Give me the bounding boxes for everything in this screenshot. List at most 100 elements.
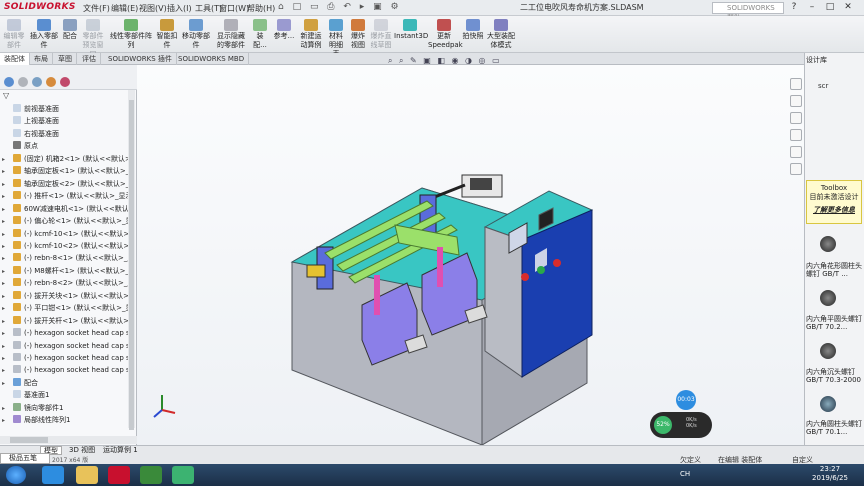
- cmd-button-13[interactable]: 爆炸直线草图: [370, 17, 392, 52]
- cmd-button-8[interactable]: 装配...: [250, 17, 270, 52]
- expand-arrow-icon[interactable]: ▸: [2, 303, 9, 314]
- start-button[interactable]: [6, 466, 26, 484]
- dimxpert-tab-icon[interactable]: [46, 77, 56, 87]
- expand-arrow-icon[interactable]: ▸: [2, 328, 9, 339]
- cmd-button-15[interactable]: 更新Speedpak: [428, 17, 463, 52]
- expand-arrow-icon[interactable]: ▸: [2, 179, 9, 190]
- tray-lang[interactable]: CH: [680, 470, 690, 478]
- expand-arrow-icon[interactable]: ▸: [2, 191, 9, 202]
- expand-arrow-icon[interactable]: ▸: [2, 266, 9, 277]
- expand-arrow-icon[interactable]: ▸: [2, 253, 9, 264]
- bolt-thumbnail-2[interactable]: [820, 290, 836, 306]
- expand-arrow-icon[interactable]: ▸: [2, 316, 9, 327]
- tree-item[interactable]: ▸ 局部线性阵列1: [2, 414, 130, 426]
- tree-item[interactable]: ▸ 60W减速电机<1> (默认<<默认>_: [2, 203, 130, 215]
- expand-arrow-icon[interactable]: ▸: [2, 415, 9, 426]
- quick-access-icons[interactable]: ⌂ □ ▭ ⎙ ↶ ▸ ▣ ⚙: [278, 2, 402, 12]
- tree-item[interactable]: ▸ (-) hexagon socket head cap scre: [2, 327, 130, 339]
- cmd-button-0[interactable]: 编辑零部件: [2, 17, 26, 52]
- cmd-button-17[interactable]: 大型装配体模式: [486, 17, 516, 52]
- tree-item[interactable]: ▸ (-) 偏心轮<1> (默认<<默认>_显: [2, 215, 130, 227]
- tree-item[interactable]: ▸ (-) kcmf-10<1> (默认<<默认>_显: [2, 228, 130, 240]
- maximize-button[interactable]: □: [824, 1, 836, 14]
- expand-arrow-icon[interactable]: ▸: [2, 365, 9, 376]
- tree-item[interactable]: 基准面1: [2, 389, 130, 401]
- cmd-button-4[interactable]: 线性零部件阵列: [108, 17, 154, 52]
- tab-evaluate[interactable]: 评估: [78, 53, 101, 65]
- tree-item[interactable]: 右视基准面: [2, 128, 130, 140]
- tab-mbd[interactable]: SOLIDWORKS MBD: [174, 53, 250, 65]
- expand-arrow-icon[interactable]: ▸: [2, 403, 9, 414]
- bolt-thumbnail-1[interactable]: [820, 236, 836, 252]
- bolt-thumbnail-4[interactable]: [820, 396, 836, 412]
- tree-item[interactable]: ▸ (-) M8螺杆<1> (默认<<默认>_显: [2, 265, 130, 277]
- tab-sketch[interactable]: 草图: [54, 53, 77, 65]
- expand-arrow-icon[interactable]: ▸: [2, 378, 9, 389]
- ime-language-bar[interactable]: 极品五笔: [0, 453, 50, 464]
- assembly-model[interactable]: [137, 65, 804, 445]
- tree-item[interactable]: ▸ (-) rebn-8<2> (默认<<默认>_显: [2, 277, 130, 289]
- cmd-button-11[interactable]: 材料明细表: [326, 17, 346, 58]
- tree-item[interactable]: 上视基准面: [2, 115, 130, 127]
- cmd-button-14[interactable]: Instant3D: [394, 17, 428, 52]
- feature-tree-scroll-thumb[interactable]: [129, 100, 134, 430]
- clock[interactable]: 23:27 2019/6/25: [800, 465, 860, 483]
- tree-item[interactable]: ▸ 轴承固定板<2> (默认<<默认>_显: [2, 178, 130, 190]
- property-tab-icon[interactable]: [18, 77, 28, 87]
- app-icon[interactable]: [140, 466, 162, 484]
- custom-properties-icon[interactable]: [790, 163, 802, 175]
- cmd-button-16[interactable]: 拍快照: [462, 17, 484, 52]
- tree-item[interactable]: ▸ 配合: [2, 377, 130, 389]
- ie-icon[interactable]: [42, 466, 64, 484]
- toolbox-learn-more-link[interactable]: 了解更多信息: [807, 206, 861, 215]
- view-palette-icon[interactable]: [790, 129, 802, 141]
- expand-arrow-icon[interactable]: ▸: [2, 216, 9, 227]
- close-button[interactable]: ✕: [842, 1, 854, 14]
- library-part-4[interactable]: 内六角圆柱头螺钉 GB/T 70.1...: [806, 420, 862, 436]
- filter-icon[interactable]: ▽: [3, 91, 9, 100]
- menu-help[interactable]: 帮助(H): [244, 2, 278, 15]
- solidworks-taskbar-icon[interactable]: [108, 466, 130, 484]
- cmd-button-12[interactable]: 爆炸视图: [348, 17, 368, 52]
- tree-item[interactable]: ▸ 轴承固定板<1> (默认<<默认>_显: [2, 165, 130, 177]
- help-icon[interactable]: ?: [788, 1, 800, 14]
- tab-addins[interactable]: SOLIDWORKS 插件: [104, 53, 177, 65]
- cmd-button-10[interactable]: 新建运动算例: [298, 17, 324, 52]
- tree-item[interactable]: ▸ (-) 平口钳<1> (默认<<默认>_显示: [2, 302, 130, 314]
- design-library-icon[interactable]: [790, 95, 802, 107]
- appearances-icon[interactable]: [790, 146, 802, 158]
- library-part-3[interactable]: 内六角沉头螺钉 GB/T 70.3-2000: [806, 368, 862, 384]
- file-explorer-icon[interactable]: [790, 112, 802, 124]
- tree-item[interactable]: ▸ (-) 拔开关块<1> (默认<<默认>_显: [2, 290, 130, 302]
- cmd-button-3[interactable]: 零部件预览窗口: [80, 17, 106, 58]
- expand-arrow-icon[interactable]: ▸: [2, 291, 9, 302]
- config-tab-icon[interactable]: [32, 77, 42, 87]
- solidworks-logo[interactable]: SOLIDWORKS: [4, 2, 76, 12]
- resources-icon[interactable]: [790, 78, 802, 90]
- expand-arrow-icon[interactable]: ▸: [2, 241, 9, 252]
- display-tab-icon[interactable]: [60, 77, 70, 87]
- expand-arrow-icon[interactable]: ▸: [2, 341, 9, 352]
- library-part-2[interactable]: 内六角平圆头螺钉 GB/T 70.2...: [806, 315, 862, 331]
- tree-item[interactable]: ▸ (-) hexagon socket head cap scre: [2, 364, 130, 376]
- cmd-button-2[interactable]: 配合: [62, 17, 78, 52]
- feature-tree-tab-icon[interactable]: [4, 77, 14, 87]
- tree-item[interactable]: ▸ (-) hexagon socket head cap scre: [2, 352, 130, 364]
- tree-item[interactable]: ▸ (固定) 机箱2<1> (默认<<默认>_显: [2, 153, 130, 165]
- library-folder-label[interactable]: scr: [818, 82, 828, 90]
- tree-item[interactable]: 前视基准面: [2, 103, 130, 115]
- tree-item[interactable]: ▸ (-) 拔开关杆<1> (默认<<默认>_显: [2, 315, 130, 327]
- tree-item[interactable]: ▸ (-) hexagon socket head cap scre: [2, 340, 130, 352]
- tree-item[interactable]: ▸ 镜向零部件1: [2, 402, 130, 414]
- explorer-icon[interactable]: [76, 466, 98, 484]
- bolt-thumbnail-3[interactable]: [820, 343, 836, 359]
- cmd-button-9[interactable]: 参考...: [272, 17, 296, 52]
- help-search-input[interactable]: SOLIDWORKS 帮助: [712, 2, 784, 22]
- expand-arrow-icon[interactable]: ▸: [2, 204, 9, 215]
- minimize-button[interactable]: –: [806, 1, 818, 14]
- menu-insert[interactable]: 插入(I): [164, 2, 195, 15]
- cmd-button-1[interactable]: 插入零部件: [28, 17, 60, 52]
- tree-item[interactable]: ▸ (-) kcmf-10<2> (默认<<默认>_显: [2, 240, 130, 252]
- expand-arrow-icon[interactable]: ▸: [2, 278, 9, 289]
- wechat-icon[interactable]: [172, 466, 194, 484]
